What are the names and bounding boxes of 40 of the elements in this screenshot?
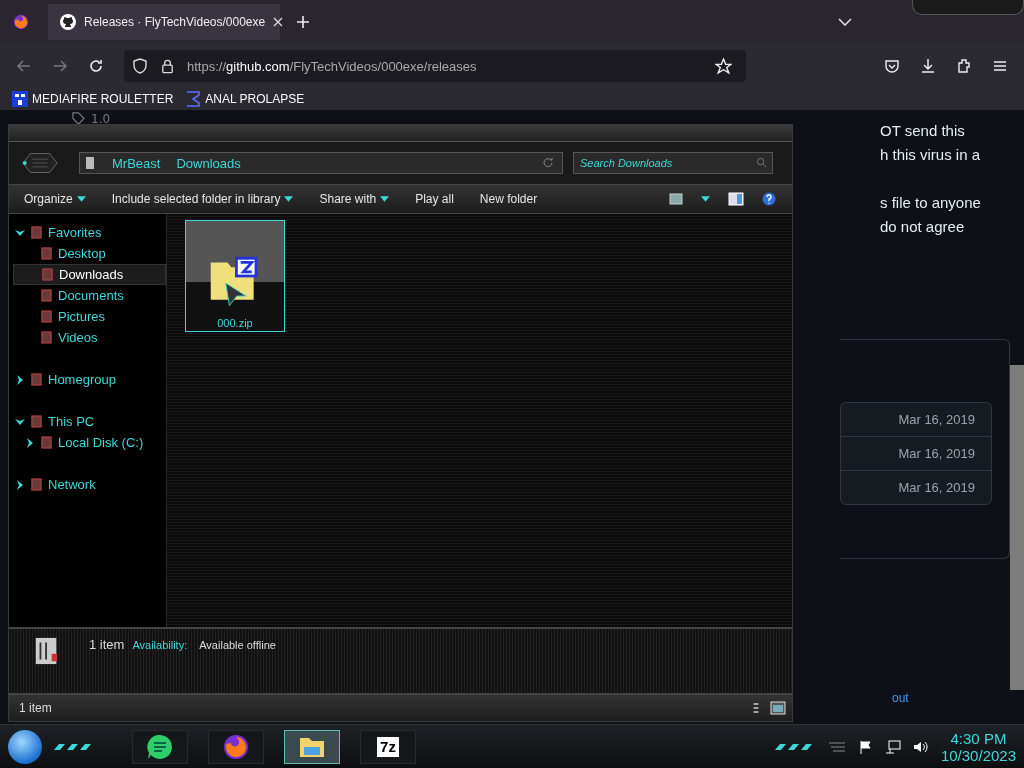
bookmark[interactable]: MEDIAFIRE ROULETTER [12, 91, 174, 107]
nav-item[interactable]: Desktop [9, 243, 166, 264]
toolbar-button[interactable]: Include selected folder in library [106, 190, 299, 208]
url-text: https://github.com/FlyTechVideos/000exe/releases [187, 58, 477, 74]
breadcrumb-bar[interactable]: MrBeast Downloads [79, 152, 563, 174]
nav-item[interactable]: Pictures [9, 306, 166, 327]
nav-item[interactable]: Favorites [9, 222, 166, 243]
item-count: 1 item [89, 637, 125, 652]
status-text: 1 item [19, 701, 52, 715]
taskbar-app[interactable]: 7z [360, 729, 416, 764]
breadcrumb-item[interactable]: Downloads [176, 155, 241, 171]
release-text: h this virus in a [880, 145, 982, 165]
nav-item[interactable]: Documents [9, 285, 166, 306]
breadcrumb-item[interactable]: MrBeast [112, 155, 161, 171]
address-bar[interactable]: https://github.com/FlyTechVideos/000exe/releases [124, 50, 746, 82]
nav-item[interactable]: Network [9, 474, 166, 495]
toolbar-button[interactable]: New folder [474, 190, 543, 208]
release-text: do not agree [880, 217, 966, 237]
availability-value: Available offline [199, 639, 276, 651]
nav-item[interactable]: Local Disk (C:) [9, 432, 166, 453]
release-text: s file to anyone [880, 193, 982, 213]
availability-label: Availability: [132, 639, 188, 651]
release-text: OT send this [880, 121, 966, 141]
bookmark[interactable]: ANAL PROLAPSE [185, 91, 305, 107]
nav-item[interactable]: Downloads [13, 264, 166, 285]
asset-date: Mar 16, 2019 [841, 470, 991, 504]
tag-label: 1.0 [72, 111, 111, 126]
toolbar-button[interactable]: Organize [19, 190, 91, 208]
nav-item[interactable]: Homegroup [9, 369, 166, 390]
asset-date: Mar 16, 2019 [841, 436, 991, 470]
search-field[interactable]: Search Downloads [573, 152, 773, 174]
footer-link[interactable]: out [880, 691, 1010, 705]
nav-item[interactable]: This PC [9, 411, 166, 432]
browser-tab[interactable]: Releases · FlyTechVideos/000exe [48, 4, 280, 40]
file-item[interactable]: 000.zip [185, 220, 285, 332]
asset-date: Mar 16, 2019 [897, 411, 976, 429]
nav-item[interactable]: Videos [9, 327, 166, 348]
toolbar-button[interactable]: Play all [410, 190, 459, 208]
toolbar-button[interactable]: Share with [314, 190, 395, 208]
clock[interactable]: 4:30 PM 10/30/2023 [940, 729, 1016, 764]
